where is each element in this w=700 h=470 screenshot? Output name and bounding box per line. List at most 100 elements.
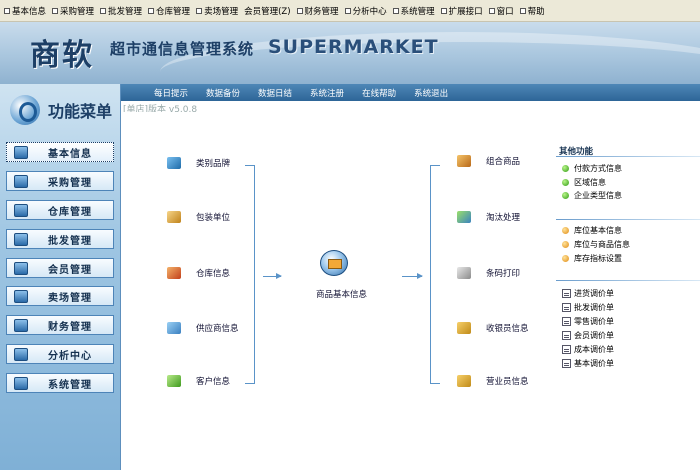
- green-bullet-icon: [562, 165, 569, 172]
- sidebar-item-wholesale[interactable]: 批发管理: [6, 229, 114, 249]
- arrow-to-center: [263, 273, 282, 279]
- menu-window[interactable]: 窗口: [487, 2, 518, 20]
- sidebar-title: 功能菜单: [48, 102, 113, 121]
- toolbar-online-help[interactable]: 在线帮助: [362, 87, 396, 99]
- link-base-price-adj[interactable]: 基本调价单: [562, 358, 614, 369]
- logo-icon: [10, 95, 40, 125]
- orange-bullet-icon: [562, 241, 569, 248]
- combo-icon: [457, 155, 471, 167]
- app-subtitle: 超市通信息管理系统: [110, 40, 255, 58]
- node-package-unit[interactable]: 包装单位: [167, 211, 230, 223]
- quick-toolbar: 每日提示 数据备份 数据日结 系统注册 在线帮助 系统退出: [121, 84, 700, 101]
- goods-info-icon[interactable]: [320, 250, 348, 276]
- toolbar-exit[interactable]: 系统退出: [414, 87, 448, 99]
- settings-icon: [14, 376, 28, 390]
- toolbar-register[interactable]: 系统注册: [310, 87, 344, 99]
- brand-logo: 商软: [30, 38, 94, 73]
- supplier-icon: [167, 322, 181, 334]
- document-icon: [562, 331, 571, 340]
- sidebar-item-purchase[interactable]: 采购管理: [6, 171, 114, 191]
- member-icon: [14, 261, 28, 275]
- warehouse-icon: [14, 203, 28, 217]
- node-combo-goods[interactable]: 组合商品: [457, 155, 520, 167]
- link-retail-price-adj[interactable]: 零售调价单: [562, 316, 614, 327]
- node-category-brand[interactable]: 类别品牌: [167, 157, 230, 169]
- green-bullet-icon: [562, 179, 569, 186]
- menu-item-icon: [519, 7, 526, 14]
- cart-icon: [14, 174, 28, 188]
- node-salesperson-info[interactable]: 营业员信息: [457, 375, 529, 387]
- menu-bar: 基本信息 采购管理 批发管理 仓库管理 卖场管理 会员管理(Z) 财务管理 分析…: [0, 0, 700, 22]
- node-barcode-print[interactable]: 条码打印: [457, 267, 520, 279]
- link-enterprise-type[interactable]: 企业类型信息: [562, 190, 622, 201]
- menu-item-icon: [148, 7, 155, 14]
- store-icon: [14, 289, 28, 303]
- node-customer-info[interactable]: 客户信息: [167, 375, 230, 387]
- link-purchase-price-adj[interactable]: 进货调价单: [562, 288, 614, 299]
- menu-member[interactable]: 会员管理(Z): [242, 2, 294, 20]
- arrow-to-right: [402, 273, 423, 279]
- sidebar-item-warehouse[interactable]: 仓库管理: [6, 200, 114, 220]
- link-wholesale-price-adj[interactable]: 批发调价单: [562, 302, 614, 313]
- sidebar-item-analysis[interactable]: 分析中心: [6, 344, 114, 364]
- goods-info-label[interactable]: 商品基本信息: [316, 288, 367, 300]
- calculator-icon: [14, 347, 28, 361]
- warehouse-icon: [167, 267, 181, 279]
- document-icon: [562, 345, 571, 354]
- sidebar-item-system[interactable]: 系统管理: [6, 373, 114, 393]
- wholesale-icon: [14, 232, 28, 246]
- document-icon: [562, 317, 571, 326]
- menu-item-icon: [100, 7, 107, 14]
- customer-icon: [167, 375, 181, 387]
- menu-help[interactable]: 帮助: [518, 2, 549, 20]
- sidebar-item-member[interactable]: 会员管理: [6, 258, 114, 278]
- node-warehouse-info[interactable]: 仓库信息: [167, 267, 230, 279]
- menu-store[interactable]: 卖场管理: [194, 2, 242, 20]
- menu-item-icon: [392, 7, 399, 14]
- link-location-goods[interactable]: 库位与商品信息: [562, 239, 630, 250]
- menu-wholesale[interactable]: 批发管理: [98, 2, 146, 20]
- link-cost-price-adj[interactable]: 成本调价单: [562, 344, 614, 355]
- menu-finance[interactable]: 财务管理: [295, 2, 343, 20]
- divider: [556, 156, 700, 157]
- menu-basic-info[interactable]: 基本信息: [2, 2, 50, 20]
- link-region-info[interactable]: 区域信息: [562, 177, 606, 188]
- left-bracket: [245, 165, 255, 384]
- document-icon: [562, 303, 571, 312]
- function-menu-sidebar: 功能菜单 基本信息 采购管理 仓库管理 批发管理 会员管理 卖场管理 财务管理 …: [0, 84, 121, 470]
- orange-bullet-icon: [562, 255, 569, 262]
- sidebar-item-basic-info[interactable]: 基本信息: [6, 142, 114, 162]
- menu-item-icon: [488, 7, 495, 14]
- link-stock-indicator[interactable]: 库存指标设置: [562, 253, 622, 264]
- menu-item-icon: [440, 7, 447, 14]
- toolbar-day-close[interactable]: 数据日结: [258, 87, 292, 99]
- menu-item-icon: [296, 7, 303, 14]
- link-location-basic[interactable]: 库位基本信息: [562, 225, 622, 236]
- box-icon: [167, 211, 181, 223]
- finance-icon: [14, 318, 28, 332]
- sidebar-item-finance[interactable]: 财务管理: [6, 315, 114, 335]
- menu-item-icon: [4, 7, 10, 14]
- toolbar-daily-tip[interactable]: 每日提示: [154, 87, 188, 99]
- orange-bullet-icon: [562, 227, 569, 234]
- document-icon: [562, 289, 571, 298]
- link-member-price-adj[interactable]: 会员调价单: [562, 330, 614, 341]
- menu-system[interactable]: 系统管理: [391, 2, 439, 20]
- menu-purchase[interactable]: 采购管理: [50, 2, 98, 20]
- sidebar-item-store[interactable]: 卖场管理: [6, 286, 114, 306]
- menu-analysis[interactable]: 分析中心: [343, 2, 391, 20]
- node-supplier-info[interactable]: 供应商信息: [167, 322, 239, 334]
- app-banner: 商软 超市通信息管理系统 SUPERMARKET: [0, 22, 700, 84]
- elimination-icon: [457, 211, 471, 223]
- node-cashier-info[interactable]: 收银员信息: [457, 322, 529, 334]
- menu-extension[interactable]: 扩展接口: [439, 2, 487, 20]
- books-icon: [167, 157, 181, 169]
- printer-icon: [457, 267, 471, 279]
- green-bullet-icon: [562, 192, 569, 199]
- toolbar-backup[interactable]: 数据备份: [206, 87, 240, 99]
- document-icon: [562, 359, 571, 368]
- node-elimination[interactable]: 淘汰处理: [457, 211, 520, 223]
- link-payment-method[interactable]: 付款方式信息: [562, 163, 622, 174]
- menu-warehouse[interactable]: 仓库管理: [146, 2, 194, 20]
- menu-item-icon: [196, 7, 203, 14]
